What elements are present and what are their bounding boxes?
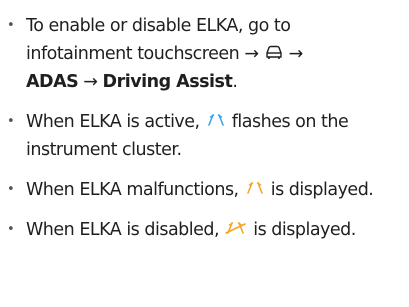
- bullet-item-disabled: When ELKA is disabled, is displayed.: [6, 216, 401, 244]
- bullet-list: To enable or disable ELKA, go to infotai…: [6, 12, 401, 244]
- lane-keep-active-icon: [205, 113, 227, 127]
- menu-driving-assist: Driving Assist: [102, 72, 233, 92]
- arrow: →: [288, 44, 304, 64]
- bullet-text: When ELKA is active,: [26, 112, 205, 132]
- arrow: →: [83, 72, 98, 92]
- bullet-item-active: When ELKA is active, flashes on the inst…: [6, 108, 401, 164]
- bullet-text: When ELKA is disabled,: [26, 220, 225, 240]
- lane-keep-disabled-icon: [224, 221, 248, 235]
- lane-keep-malfunction-icon: [244, 181, 266, 195]
- period: .: [232, 72, 238, 92]
- bullet-item-enable-disable: To enable or disable ELKA, go to infotai…: [6, 12, 401, 96]
- bullet-item-malfunction: When ELKA malfunctions, is displayed.: [6, 176, 401, 204]
- document: To enable or disable ELKA, go to infotai…: [0, 0, 409, 307]
- menu-adas: ADAS: [26, 72, 79, 92]
- bullet-text: is displayed.: [248, 220, 356, 240]
- arrow: →: [244, 44, 259, 64]
- bullet-text: When ELKA malfunctions,: [26, 180, 244, 200]
- bullet-text: is displayed.: [265, 180, 374, 200]
- car-icon: [264, 44, 284, 60]
